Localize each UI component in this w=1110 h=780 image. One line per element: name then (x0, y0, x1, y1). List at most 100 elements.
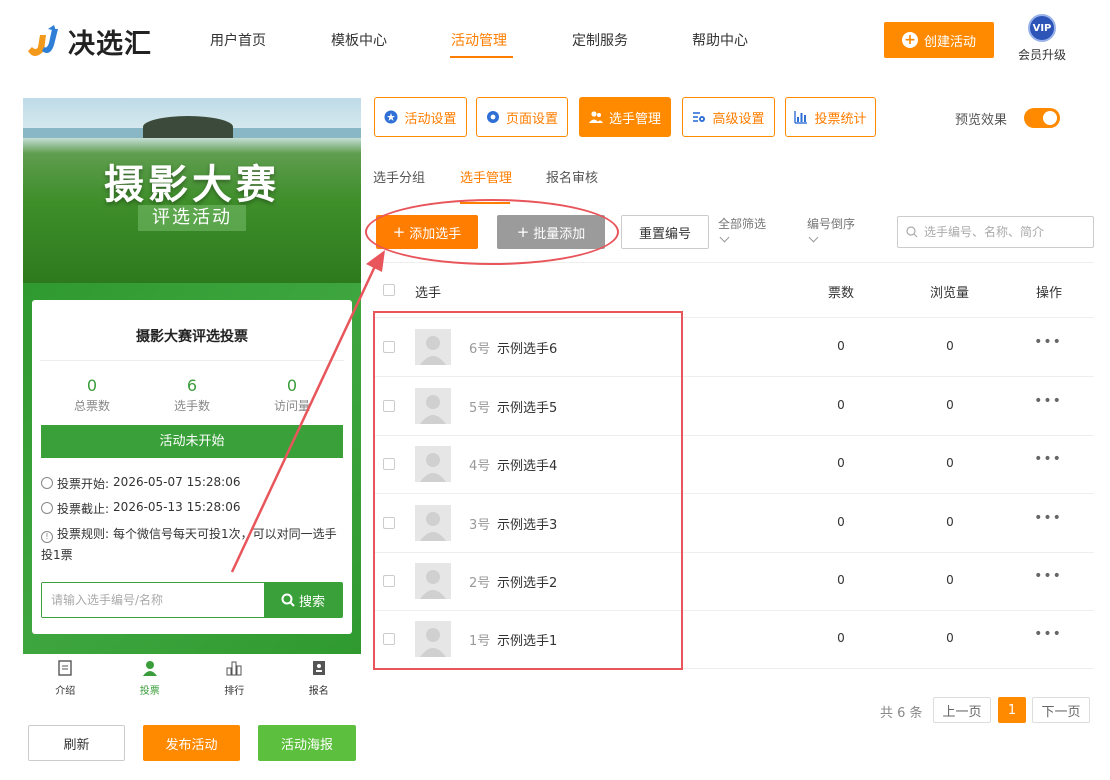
more-actions-icon[interactable]: ••• (1033, 393, 1063, 409)
activity-settings-label: 活动设置 (404, 111, 457, 127)
page-settings-button[interactable]: 页面设置 (476, 97, 568, 137)
player-votes: 0 (837, 573, 845, 587)
nav-item-help[interactable]: 帮助中心 (692, 30, 748, 50)
filter-dropdown[interactable]: 全部筛选 (718, 216, 766, 243)
more-actions-icon[interactable]: ••• (1033, 334, 1063, 350)
more-actions-icon[interactable]: ••• (1033, 568, 1063, 584)
search-icon (906, 226, 918, 238)
vote-start-value: 2026-05-07 15:28:06 (113, 475, 241, 489)
refresh-button[interactable]: 刷新 (28, 725, 125, 761)
banner-image: 摄影大赛 评选活动 (23, 98, 361, 283)
nav-item-home[interactable]: 用户首页 (210, 30, 266, 50)
player-votes: 0 (837, 339, 845, 353)
vote-statistics-button[interactable]: 投票统计 (785, 97, 876, 137)
nav-item-activity-manage[interactable]: 活动管理 (451, 30, 507, 50)
player-votes: 0 (837, 515, 845, 529)
vote-statistics-label: 投票统计 (814, 111, 867, 127)
player-views: 0 (946, 573, 954, 587)
tab-player-groups[interactable]: 选手分组 (373, 167, 425, 186)
preview-tabbar: 介绍 投票 排行 报名 (23, 654, 361, 698)
tabbar-item-signup[interactable]: 报名 (277, 654, 362, 698)
preview-search: 搜索 (41, 582, 343, 618)
more-actions-icon[interactable]: ••• (1033, 510, 1063, 526)
signup-icon (312, 661, 325, 675)
vote-end-row: 投票截止: 2026-05-13 15:28:06 (41, 500, 241, 517)
select-all-checkbox[interactable] (383, 284, 395, 296)
preview-effect-toggle[interactable] (1024, 108, 1060, 128)
player-search-input[interactable] (924, 225, 1089, 239)
tabbar-item-rank[interactable]: 排行 (192, 654, 277, 698)
total-count: 共 6 条 (880, 706, 923, 721)
vote-rule-label: 投票规则: (57, 527, 110, 541)
logo[interactable]: 决选汇 (24, 20, 174, 62)
top-header: 决选汇 用户首页 模板中心 活动管理 定制服务 帮助中心 + 创建活动 VIP … (0, 0, 1110, 82)
preview-search-input[interactable] (42, 583, 264, 617)
player-management-label: 选手管理 (608, 111, 661, 127)
vote-icon (142, 661, 157, 676)
gear-icon (486, 111, 499, 123)
plus-circle-icon: + (901, 32, 918, 48)
tab-player-management[interactable]: 选手管理 (460, 167, 512, 186)
next-page-button[interactable]: 下一页 (1032, 697, 1090, 723)
nav-item-custom-service[interactable]: 定制服务 (572, 30, 628, 50)
stat-total-votes: 0 总票数 (42, 376, 142, 414)
vote-end-label: 投票截止: (57, 502, 110, 516)
stat-player-count: 6 选手数 (142, 376, 242, 414)
stat-value: 0 (86, 376, 98, 395)
logo-text: 决选汇 (68, 28, 152, 60)
tab-signup-review[interactable]: 报名审核 (546, 167, 598, 186)
banner-title: 摄影大赛 (104, 162, 280, 208)
reset-numbering-button[interactable]: 重置编号 (621, 215, 709, 249)
rank-icon (226, 661, 242, 676)
sort-dropdown[interactable]: 编号倒序 (807, 216, 855, 243)
vote-rule-row: ! 投票规则: 每个微信号每天可投1次，可以对同一选手投1票 (41, 524, 346, 566)
tabbar-label: 排行 (224, 686, 245, 697)
player-views: 0 (946, 631, 954, 645)
column-views: 浏览量 (930, 286, 970, 301)
vote-info-card: 摄影大赛评选投票 0 总票数 6 选手数 0 访问量 活动未开始 投票开始: 2… (32, 300, 352, 634)
column-votes: 票数 (828, 286, 855, 301)
stat-label: 选手数 (173, 399, 210, 413)
vip-badge-icon: VIP (1028, 14, 1056, 42)
column-player: 选手 (415, 286, 442, 301)
vip-upgrade[interactable]: VIP 会员升级 (1014, 14, 1070, 66)
settings-star-icon (384, 110, 398, 124)
player-search (897, 216, 1094, 248)
tabbar-label: 介绍 (55, 686, 76, 697)
toggle-knob (1043, 111, 1057, 125)
player-management-button[interactable]: 选手管理 (579, 97, 671, 137)
tabbar-label: 报名 (308, 686, 329, 697)
more-actions-icon[interactable]: ••• (1033, 626, 1063, 642)
banner-subtitle: 评选活动 (138, 205, 246, 231)
tabbar-item-intro[interactable]: 介绍 (23, 654, 108, 698)
table-header: 选手 票数 浏览量 操作 (373, 262, 1094, 318)
preview-effect-label: 预览效果 (955, 113, 1008, 128)
more-actions-icon[interactable]: ••• (1033, 451, 1063, 467)
divider (40, 360, 344, 361)
vote-start-label: 投票开始: (57, 477, 110, 491)
vote-end-value: 2026-05-13 15:28:06 (113, 500, 241, 514)
activity-poster-button[interactable]: 活动海报 (258, 725, 356, 761)
nav-item-templates[interactable]: 模板中心 (331, 30, 387, 50)
preview-search-button[interactable]: 搜索 (264, 583, 342, 617)
activity-status-bar: 活动未开始 (41, 425, 343, 458)
prev-page-button[interactable]: 上一页 (933, 697, 991, 723)
create-activity-button[interactable]: + 创建活动 (884, 22, 994, 58)
vip-upgrade-label: 会员升级 (1017, 48, 1066, 62)
activity-settings-button[interactable]: 活动设置 (374, 97, 467, 137)
player-votes: 0 (837, 456, 845, 470)
advanced-settings-label: 高级设置 (712, 111, 765, 127)
page-1-button[interactable]: 1 (998, 697, 1026, 723)
bar-chart-icon (794, 111, 808, 124)
advanced-settings-button[interactable]: 高级设置 (682, 97, 775, 137)
annotation-ellipse (365, 199, 619, 265)
chevron-down-icon (808, 232, 819, 243)
tabbar-item-vote[interactable]: 投票 (108, 654, 193, 698)
vote-start-row: 投票开始: 2026-05-07 15:28:06 (41, 475, 241, 492)
player-views: 0 (946, 398, 954, 412)
publish-activity-button[interactable]: 发布活动 (143, 725, 240, 761)
intro-icon (58, 660, 72, 676)
clock-icon (41, 477, 53, 489)
stat-value: 6 (186, 376, 198, 395)
stat-visits: 0 访问量 (242, 376, 342, 414)
